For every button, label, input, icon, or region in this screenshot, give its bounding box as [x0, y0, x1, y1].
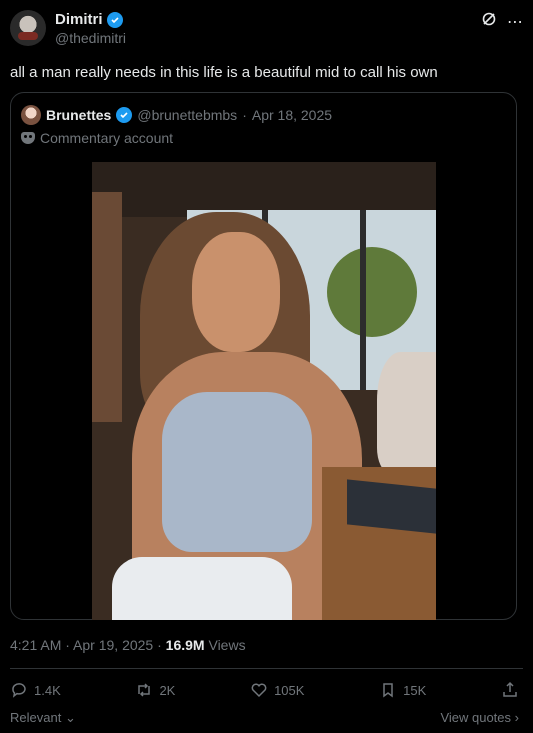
bookmark-count: 15K: [403, 682, 427, 698]
divider: [10, 668, 523, 669]
relevant-sort-button[interactable]: Relevant ⌄: [10, 710, 76, 726]
tweet-footer: Relevant ⌄ View quotes ›: [10, 710, 519, 726]
tweet-date[interactable]: Apr 19, 2025: [73, 637, 153, 653]
quoted-separator: ·: [242, 107, 247, 123]
share-icon: [503, 681, 517, 697]
meta-separator-1: ·: [65, 637, 74, 653]
author-name-row: Dimitri: [55, 11, 123, 28]
quoted-tweet-card[interactable]: Brunettes @brunettebmbs · Apr 18, 2025 C…: [10, 92, 517, 620]
view-quotes-label: View quotes: [440, 710, 512, 725]
tweet-text: all a man really needs in this life is a…: [10, 64, 438, 81]
quoted-avatar[interactable]: [21, 105, 41, 125]
repost-count: 2K: [159, 682, 176, 698]
tweet-header: Dimitri @thedimitri ⋯: [10, 8, 523, 48]
quoted-header: Brunettes @brunettebmbs · Apr 18, 2025: [21, 105, 332, 125]
chevron-down-icon: ⌄: [64, 710, 76, 725]
relevant-label: Relevant: [10, 710, 62, 725]
views-label: Views: [208, 637, 246, 653]
author-avatar[interactable]: [10, 10, 46, 46]
like-button[interactable]: 105K: [250, 681, 304, 699]
quoted-photo[interactable]: [92, 162, 436, 620]
action-bar: 1.4K 2K 105K 15K: [10, 680, 519, 700]
repost-button[interactable]: 2K: [135, 681, 175, 699]
commentary-mask-icon: [21, 132, 35, 144]
reply-button[interactable]: 1.4K: [10, 681, 61, 699]
quoted-handle[interactable]: @brunettebmbs: [137, 107, 237, 123]
heart-icon: [251, 683, 267, 698]
grok-icon[interactable]: [481, 11, 497, 32]
quoted-name[interactable]: Brunettes: [46, 107, 111, 123]
meta-separator-2: ·: [157, 637, 166, 653]
views-count: 16.9M: [165, 637, 205, 653]
quoted-date[interactable]: Apr 18, 2025: [252, 107, 332, 123]
quoted-verified-badge-icon: [116, 107, 133, 123]
reply-count: 1.4K: [34, 682, 61, 698]
repost-icon: [138, 683, 151, 697]
quoted-account-label: Commentary account: [21, 130, 173, 146]
reply-icon: [12, 683, 26, 698]
view-quotes-link[interactable]: View quotes ›: [440, 710, 519, 726]
bookmark-button[interactable]: 15K: [379, 681, 426, 699]
tweet-meta: 4:21 AM · Apr 19, 2025 · 16.9M Views: [10, 637, 246, 653]
author-handle[interactable]: @thedimitri: [55, 30, 126, 46]
share-button[interactable]: [501, 681, 519, 699]
verified-badge-icon: [106, 11, 123, 28]
tweet-time[interactable]: 4:21 AM: [10, 637, 61, 653]
header-icons: ⋯: [481, 11, 523, 32]
chevron-right-icon: ›: [514, 710, 519, 725]
like-count: 105K: [274, 682, 305, 698]
more-options-icon[interactable]: ⋯: [507, 12, 523, 32]
bookmark-icon: [383, 683, 393, 698]
author-name[interactable]: Dimitri: [55, 11, 103, 28]
quoted-label: Commentary account: [40, 130, 174, 146]
